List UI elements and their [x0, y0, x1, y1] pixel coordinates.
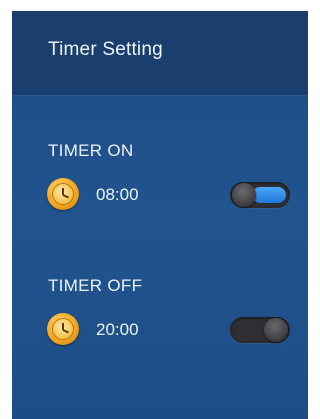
timer-on-label: TIMER ON	[48, 141, 134, 160]
timer-setting-panel: Timer Setting TIMER ON 08:00 TIMER OFF 2…	[12, 11, 308, 419]
panel-header: Timer Setting	[12, 11, 308, 96]
toggle-track-fill	[252, 187, 286, 203]
timer-on-time[interactable]: 08:00	[96, 185, 139, 205]
clock-minute-hand	[62, 194, 69, 199]
toggle-knob	[232, 183, 256, 207]
page-title: Timer Setting	[48, 39, 163, 60]
clock-icon[interactable]	[47, 313, 79, 345]
clock-face	[52, 318, 74, 340]
clock-minute-hand	[62, 329, 69, 334]
toggle-knob	[264, 318, 288, 342]
timer-off-time[interactable]: 20:00	[96, 320, 139, 340]
timer-on-toggle[interactable]	[230, 182, 290, 208]
clock-icon[interactable]	[47, 178, 79, 210]
clock-face	[52, 183, 74, 205]
timer-off-toggle[interactable]	[230, 317, 290, 343]
timer-off-label: TIMER OFF	[48, 276, 143, 295]
